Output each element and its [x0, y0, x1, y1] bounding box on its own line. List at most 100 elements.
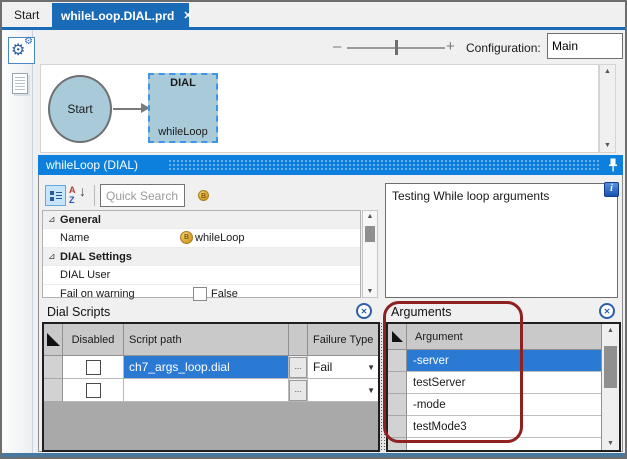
row-header[interactable] — [388, 438, 407, 450]
document-tool-icon[interactable] — [12, 73, 28, 94]
row-header[interactable] — [388, 372, 407, 394]
argument-cell[interactable]: -mode — [407, 394, 601, 416]
browse-button[interactable]: ... — [289, 379, 307, 401]
column-header-browse — [289, 324, 308, 356]
quick-search-input[interactable] — [101, 185, 184, 206]
failure-type-cell[interactable]: ▼ — [308, 379, 378, 402]
configuration-label: Configuration: — [466, 41, 541, 55]
select-all-corner[interactable] — [388, 324, 407, 350]
tab-start[interactable]: Start — [6, 4, 47, 27]
column-header-argument[interactable]: Argument — [407, 324, 601, 350]
arguments-header: Argument — [388, 324, 601, 350]
list-item[interactable]: testServer — [388, 372, 601, 394]
column-header-disabled[interactable]: Disabled — [63, 324, 124, 356]
list-item[interactable]: testMode3 — [388, 416, 601, 438]
tab-whileloop-dial-prd[interactable]: whileLoop.DIAL.prd ✕ — [52, 3, 193, 28]
zoom-out-icon[interactable]: – — [333, 38, 341, 55]
tab-close-icon[interactable]: ✕ — [183, 9, 192, 22]
sort-down-arrow-icon: ↓ — [79, 183, 86, 199]
canvas-vertical-scrollbar[interactable]: ▲ ▼ — [599, 64, 616, 153]
property-grid-scrollbar[interactable]: ▲ ▼ — [362, 210, 378, 298]
name-value[interactable]: whileLoop — [195, 232, 245, 244]
start-node[interactable]: Start — [48, 75, 112, 143]
dial-node-type: DIAL — [170, 77, 196, 89]
select-all-corner[interactable] — [44, 324, 63, 356]
row-header[interactable] — [388, 416, 407, 438]
property-grid: ⊿ General Name B whileLoop ⊿ DIAL Settin… — [42, 210, 361, 301]
row-header[interactable] — [44, 356, 63, 379]
argument-cell[interactable]: testServer — [407, 372, 601, 394]
info-icon[interactable]: i — [604, 182, 619, 197]
fail-on-warning-value: False — [211, 288, 238, 300]
description-textarea[interactable]: Testing While loop arguments — [385, 183, 618, 298]
categorized-view-icon — [50, 190, 62, 202]
disabled-checkbox[interactable] — [85, 359, 101, 375]
category-row-general[interactable]: ⊿ General — [43, 211, 360, 229]
script-path-cell[interactable] — [124, 379, 289, 402]
gear-small-icon: ⚙ — [24, 36, 33, 47]
dial-scripts-title: Dial Scripts — [47, 305, 111, 319]
tab-underline — [2, 27, 625, 30]
scroll-up-icon[interactable]: ▲ — [600, 68, 615, 75]
flow-canvas[interactable]: Start DIAL whileLoop — [40, 64, 599, 153]
toolbar-separator — [94, 185, 95, 206]
scroll-down-icon[interactable]: ▼ — [363, 288, 377, 295]
badge-icon: B — [198, 190, 209, 201]
corner-triangle-icon — [391, 331, 403, 342]
category-row-dial-settings[interactable]: ⊿ DIAL Settings — [43, 248, 360, 266]
browse-button[interactable]: ... — [289, 356, 307, 378]
dial-scripts-header: Disabled Script path Failure Type — [44, 324, 378, 356]
table-row: ... ▼ — [44, 379, 378, 402]
zoom-in-icon[interactable]: + — [446, 38, 455, 55]
arguments-close-icon[interactable]: ✕ — [599, 303, 615, 319]
property-row-name[interactable]: Name B whileLoop — [43, 229, 360, 248]
collapse-icon[interactable]: ⊿ — [48, 251, 56, 262]
badge-icon: B — [180, 231, 193, 244]
scroll-down-icon[interactable]: ▼ — [600, 142, 615, 149]
disabled-checkbox[interactable] — [85, 382, 101, 398]
dial-node-selected[interactable]: DIAL whileLoop — [148, 73, 218, 143]
row-header[interactable] — [388, 350, 407, 372]
failure-type-cell[interactable]: Fail ▼ — [308, 356, 378, 379]
start-node-label: Start — [67, 102, 93, 116]
bottom-accent-strip — [2, 453, 625, 457]
scroll-up-icon[interactable]: ▲ — [363, 213, 377, 220]
column-header-script-path[interactable]: Script path — [124, 324, 289, 356]
argument-cell[interactable]: testMode3 — [407, 416, 601, 438]
property-row-dial-user[interactable]: DIAL User — [43, 266, 360, 285]
scroll-up-icon[interactable]: ▲ — [602, 327, 619, 334]
scroll-thumb[interactable] — [604, 346, 617, 388]
sort-alphabetical-button[interactable]: A Z ↓ — [69, 183, 91, 205]
list-item[interactable]: -server — [388, 350, 601, 372]
dial-node-name: whileLoop — [158, 126, 208, 138]
configuration-input[interactable] — [547, 33, 623, 59]
argument-cell[interactable] — [407, 438, 601, 450]
dropdown-arrow-icon[interactable]: ▼ — [367, 386, 375, 395]
app-window: Start whileLoop.DIAL.prd ✕ ⚙ ⚙ – + Confi… — [0, 0, 627, 459]
arguments-scrollbar[interactable]: ▲ ▼ — [601, 324, 619, 450]
property-row-fail-on-warning[interactable]: Fail on warning False — [43, 285, 360, 303]
arguments-table: Argument -server testServer -mode testMo… — [386, 322, 621, 452]
row-header[interactable] — [44, 379, 63, 402]
panel-title: whileLoop (DIAL) — [46, 158, 139, 172]
list-item[interactable] — [388, 438, 601, 450]
pin-icon[interactable] — [607, 158, 619, 172]
row-header[interactable] — [388, 394, 407, 416]
quick-search-box — [100, 184, 185, 207]
process-tool-button[interactable]: ⚙ ⚙ — [8, 37, 35, 64]
column-header-failure-type[interactable]: Failure Type — [308, 324, 378, 356]
categorize-button[interactable] — [45, 185, 66, 206]
scroll-down-icon[interactable]: ▼ — [602, 440, 619, 447]
fail-on-warning-checkbox[interactable] — [193, 287, 207, 301]
argument-cell-selected[interactable]: -server — [407, 350, 601, 372]
dial-scripts-close-icon[interactable]: ✕ — [356, 303, 372, 319]
scroll-thumb[interactable] — [365, 226, 375, 242]
tab-label: whileLoop.DIAL.prd — [61, 8, 175, 23]
arguments-title: Arguments — [391, 305, 452, 319]
list-item[interactable]: -mode — [388, 394, 601, 416]
dropdown-arrow-icon[interactable]: ▼ — [367, 363, 375, 372]
script-path-cell-selected[interactable]: ch7_args_loop.dial — [124, 356, 289, 379]
zoom-slider-thumb[interactable] — [395, 40, 398, 55]
corner-triangle-icon — [46, 333, 60, 346]
collapse-icon[interactable]: ⊿ — [48, 214, 56, 225]
